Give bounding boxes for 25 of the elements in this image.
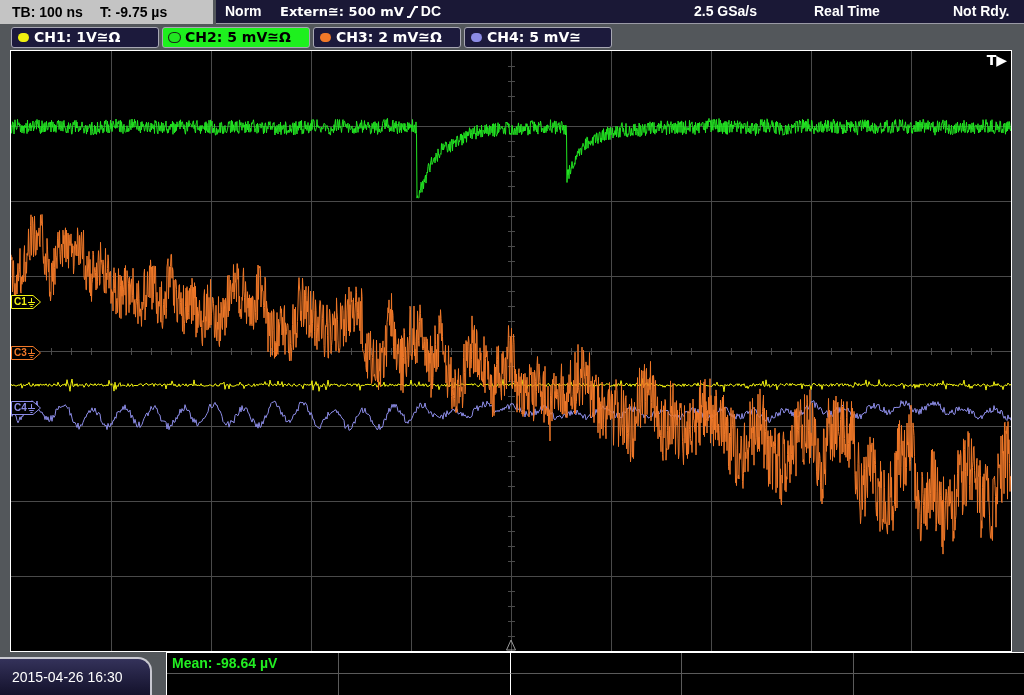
marker-label: C4 xyxy=(14,403,27,413)
marker-label: C1 xyxy=(14,297,27,307)
trigger-coupling-label: DC xyxy=(420,2,442,21)
trigger-source-label: Extern≅: 500 mV xyxy=(280,2,404,21)
channel-marker[interactable]: C1 xyxy=(11,295,41,309)
channel-marker[interactable]: C4 xyxy=(11,401,41,415)
status-label: Not Rdy. xyxy=(953,2,1010,21)
acquisition-mode-label: Real Time xyxy=(814,2,881,21)
timebase-label: TB: 100 ns xyxy=(12,2,84,22)
channel-tab[interactable]: CH3: 2 mV≅Ω xyxy=(313,26,461,48)
date-time-label: 2015-04-26 16:30 xyxy=(12,667,123,687)
sample-rate-label: 2.5 GSa/s xyxy=(694,2,759,21)
channel-tab[interactable]: CH1: 1V≅Ω xyxy=(11,26,159,48)
trigger-position-icon xyxy=(506,639,516,651)
ground-icon xyxy=(27,348,35,358)
trigger-mode-label: Norm xyxy=(225,2,263,21)
channel-tab[interactable]: CH2: 5 mV≅Ω xyxy=(162,26,310,48)
channel-tab[interactable]: CH4: 5 mV≅ xyxy=(464,26,612,48)
marker-label: C3 xyxy=(14,348,27,358)
channel-marker[interactable]: C3 xyxy=(11,346,41,360)
trigger-time-label: T: -9.75 µs xyxy=(100,2,168,22)
ground-icon xyxy=(27,297,35,307)
trigger-marker: T▶ xyxy=(986,53,1007,67)
ground-icon xyxy=(27,403,35,413)
table-cell: Mean: -98.64 µV xyxy=(167,653,339,674)
